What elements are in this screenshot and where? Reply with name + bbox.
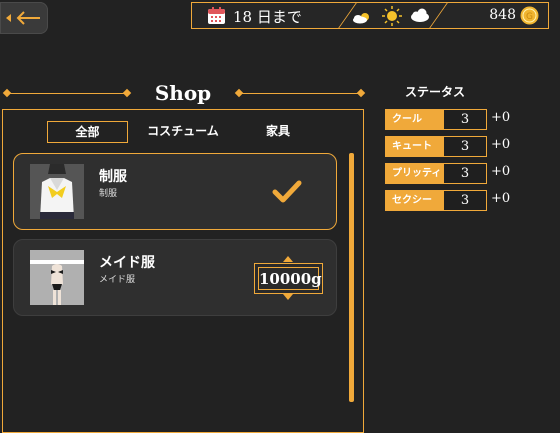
tab-all[interactable]: 全部 [47,121,128,143]
shop-title-ornament [122,88,132,98]
stat-row-sexy: セクシー 3 +0 [385,190,510,211]
item-subtitle: メイド服 [99,275,136,285]
maid-outfit-thumbnail [30,250,84,305]
stat-value: 3 [443,109,487,130]
uniform-thumbnail [30,164,84,219]
stat-row-cute: キュート 3 +0 [385,136,510,157]
status-title: ステータス [404,85,465,99]
stat-value: 3 [443,136,487,157]
shop-title-ornament [234,88,244,98]
shop-title-line-left [7,93,125,94]
item-price: 10000g [258,267,322,290]
svg-text:G: G [526,12,533,22]
stat-bonus: +0 [491,164,511,179]
weather-forecast-icons [353,6,429,26]
stat-row-pretty: プリッティ 3 +0 [385,163,510,184]
price-up-arrow-icon [283,256,293,262]
stat-label: セクシー [385,190,445,211]
stat-bonus: +0 [491,137,511,152]
shop-item-maid-outfit[interactable]: メイド服 メイド服 10000g [13,239,337,316]
price-tag[interactable]: 10000g [254,263,323,294]
back-arrow-icon [6,11,40,25]
back-button[interactable] [0,2,48,34]
stat-label: プリッティ [385,163,445,184]
days-remaining-text: 18 日まで [233,8,302,26]
stat-value: 3 [443,190,487,211]
item-name: 制服 [99,169,127,185]
cloud-icon [411,8,429,22]
stat-label: キュート [385,136,445,157]
shop-item-uniform[interactable]: 制服 制服 [13,153,337,230]
item-subtitle: 制服 [99,189,118,199]
money-amount: 848 [489,7,516,23]
tab-costume[interactable]: コスチューム [140,121,226,143]
top-status-bar: 18 日まで 848 G [191,2,549,29]
stat-label: クール [385,109,445,130]
shop-title: Shop [154,81,212,105]
stat-bonus: +0 [491,191,511,206]
coin-icon: G [520,6,539,25]
tab-furniture[interactable]: 家具 [245,121,311,143]
sun-cloud-icon [353,13,369,24]
sun-icon [382,6,402,26]
stat-row-cool: クール 3 +0 [385,109,510,130]
shop-title-line-right [240,93,360,94]
shop-scrollbar[interactable] [349,153,354,402]
stat-bonus: +0 [491,110,511,125]
shop-title-ornament [356,88,366,98]
owned-checkmark-icon [272,180,302,203]
stat-value: 3 [443,163,487,184]
shop-title-ornament [2,88,12,98]
price-down-arrow-icon [283,294,293,300]
item-name: メイド服 [99,255,155,271]
calendar-icon [208,7,225,24]
